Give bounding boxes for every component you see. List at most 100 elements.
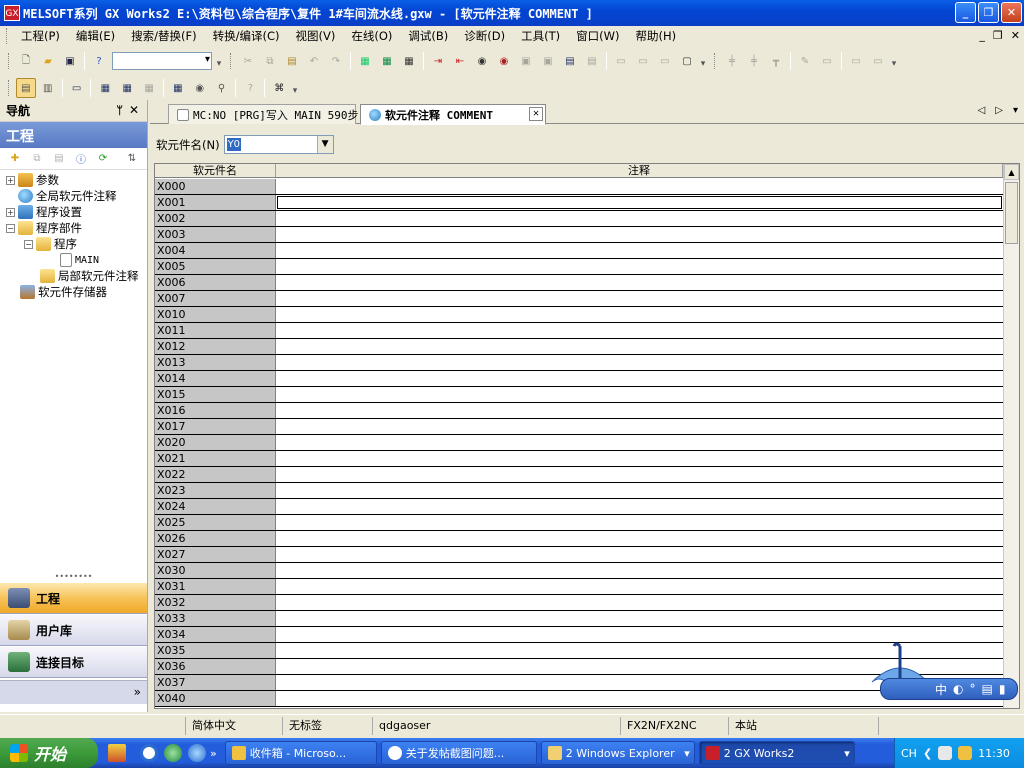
device-cell[interactable]: X015	[155, 387, 276, 402]
task-explorer[interactable]: 2 Windows Explorer ▾	[540, 741, 695, 765]
comment-cell[interactable]	[276, 435, 1003, 450]
nav-more-button[interactable]: »	[0, 680, 147, 704]
tab-left-icon[interactable]: ◁	[978, 105, 986, 116]
comment-cell[interactable]	[276, 243, 1003, 258]
start-button[interactable]: 开始	[0, 738, 98, 768]
ime-mode[interactable]: 中	[935, 681, 947, 698]
mdi-restore-icon[interactable]: ❐	[993, 26, 1003, 46]
quicklaunch-more-icon[interactable]: »	[210, 747, 217, 760]
device-cell[interactable]: X037	[155, 675, 276, 690]
table-row[interactable]: X027	[155, 547, 1003, 563]
tree-item-program-settings[interactable]: + 程序设置	[0, 204, 147, 220]
comment-cell[interactable]	[276, 531, 1003, 546]
tree-item-device-memory[interactable]: 软元件存储器	[0, 284, 147, 300]
table-row[interactable]: X021	[155, 451, 1003, 467]
device-cell[interactable]: X014	[155, 371, 276, 386]
ladder-statement-icon[interactable]: ▭	[868, 51, 888, 71]
property-icon[interactable]: ⓘ	[71, 149, 91, 169]
table-row[interactable]: X033	[155, 611, 1003, 627]
comment-cell[interactable]	[276, 291, 1003, 306]
comment-cell[interactable]	[276, 355, 1003, 370]
device-cell[interactable]: X017	[155, 419, 276, 434]
step-run-icon[interactable]: ▭	[611, 51, 631, 71]
open-folder-icon[interactable]: ▰	[38, 51, 58, 71]
monitor-start-icon[interactable]: ◉	[472, 51, 492, 71]
contact-search-icon[interactable]: ▦	[399, 51, 419, 71]
menu-convert[interactable]: 转换/编译(C)	[205, 26, 288, 46]
monitor-stop-icon[interactable]: ◉	[494, 51, 514, 71]
device-cell[interactable]: X025	[155, 515, 276, 530]
device-cell[interactable]: X000	[155, 179, 276, 194]
device-cell[interactable]: X005	[155, 259, 276, 274]
toolbar-combo[interactable]	[112, 52, 212, 70]
tree-item-program[interactable]: − 程序	[0, 236, 147, 252]
device-cell[interactable]: X003	[155, 227, 276, 242]
device-cell[interactable]: X022	[155, 467, 276, 482]
device-cell[interactable]: X030	[155, 563, 276, 578]
read-from-plc-icon[interactable]: ⇤	[450, 51, 470, 71]
device-cell[interactable]: X006	[155, 275, 276, 290]
table-row[interactable]: X032	[155, 595, 1003, 611]
table-row[interactable]: X013	[155, 355, 1003, 371]
ime-toolbar[interactable]: 中 ◐ ° ▤ ▮	[880, 678, 1018, 700]
table-row[interactable]: X003	[155, 227, 1003, 243]
device-cell[interactable]: X032	[155, 595, 276, 610]
table-row[interactable]: X000	[155, 179, 1003, 195]
minimize-button[interactable]: _	[955, 2, 976, 23]
mdi-close-icon[interactable]: ✕	[1011, 26, 1020, 46]
device-name-value[interactable]: Y0	[226, 138, 242, 151]
sort-icon[interactable]: ⇅	[122, 149, 142, 169]
ladder-delete-icon[interactable]: ▭	[817, 51, 837, 71]
task-gx-works2[interactable]: 2 GX Works2 ▾	[698, 741, 855, 765]
comment-cell[interactable]	[276, 387, 1003, 402]
table-row[interactable]: X014	[155, 371, 1003, 387]
paste-data-icon[interactable]: ▤	[49, 149, 69, 169]
device-cell[interactable]: X036	[155, 659, 276, 674]
expand-icon[interactable]: +	[6, 207, 15, 217]
dev-register-icon[interactable]: ▦	[117, 78, 137, 98]
device-cell[interactable]: X031	[155, 579, 276, 594]
tree-item-parameter[interactable]: + 参数	[0, 172, 147, 188]
nav-button-project[interactable]: 工程	[0, 582, 147, 614]
cut-icon[interactable]: ✂	[238, 51, 258, 71]
output-window-icon[interactable]: ▭	[67, 78, 87, 98]
write-to-plc-icon[interactable]: ⇥	[428, 51, 448, 71]
column-header-comment[interactable]: 注释	[276, 164, 1003, 177]
comment-cell[interactable]	[276, 595, 1003, 610]
device-cell[interactable]: X012	[155, 339, 276, 354]
tab-list-icon[interactable]: ▾	[1013, 105, 1018, 116]
simulation-icon[interactable]: ▢	[677, 51, 697, 71]
comment-cell[interactable]	[276, 499, 1003, 514]
table-row[interactable]: X025	[155, 515, 1003, 531]
tab-device-comment[interactable]: 软元件注释 COMMENT ✕	[360, 104, 546, 125]
menu-online[interactable]: 在线(O)	[343, 26, 400, 46]
comment-cell[interactable]	[276, 307, 1003, 322]
menu-view[interactable]: 视图(V)	[288, 26, 344, 46]
redo-icon[interactable]: ↷	[326, 51, 346, 71]
copy-icon[interactable]: ⧉	[260, 51, 280, 71]
menu-find-replace[interactable]: 搜索/替换(F)	[123, 26, 204, 46]
device-search-icon[interactable]: ▦	[355, 51, 375, 71]
device-cell[interactable]: X033	[155, 611, 276, 626]
moon-icon[interactable]: ◐	[953, 682, 963, 696]
device-cell[interactable]: X023	[155, 483, 276, 498]
punctuation-icon[interactable]: °	[970, 682, 976, 696]
table-row[interactable]: X004	[155, 243, 1003, 259]
comment-cell[interactable]	[276, 339, 1003, 354]
comment-cell[interactable]	[276, 259, 1003, 274]
quicklaunch-desktop-icon[interactable]	[108, 744, 126, 762]
device-cell[interactable]: X007	[155, 291, 276, 306]
table-row[interactable]: X005	[155, 259, 1003, 275]
scroll-thumb[interactable]	[1005, 182, 1018, 244]
pin-icon[interactable]: ᛘ	[116, 104, 123, 117]
scroll-up-icon[interactable]: ▲	[1004, 164, 1019, 180]
table-row[interactable]: X024	[155, 499, 1003, 515]
comment-cell[interactable]	[276, 451, 1003, 466]
ladder-line-icon[interactable]: ┳	[766, 51, 786, 71]
comment-cell[interactable]	[276, 211, 1003, 226]
comment-cell[interactable]	[276, 275, 1003, 290]
table-row[interactable]: X002	[155, 211, 1003, 227]
menu-window[interactable]: 窗口(W)	[568, 26, 627, 46]
column-header-device[interactable]: 软元件名	[155, 164, 276, 177]
table-row[interactable]: X010	[155, 307, 1003, 323]
